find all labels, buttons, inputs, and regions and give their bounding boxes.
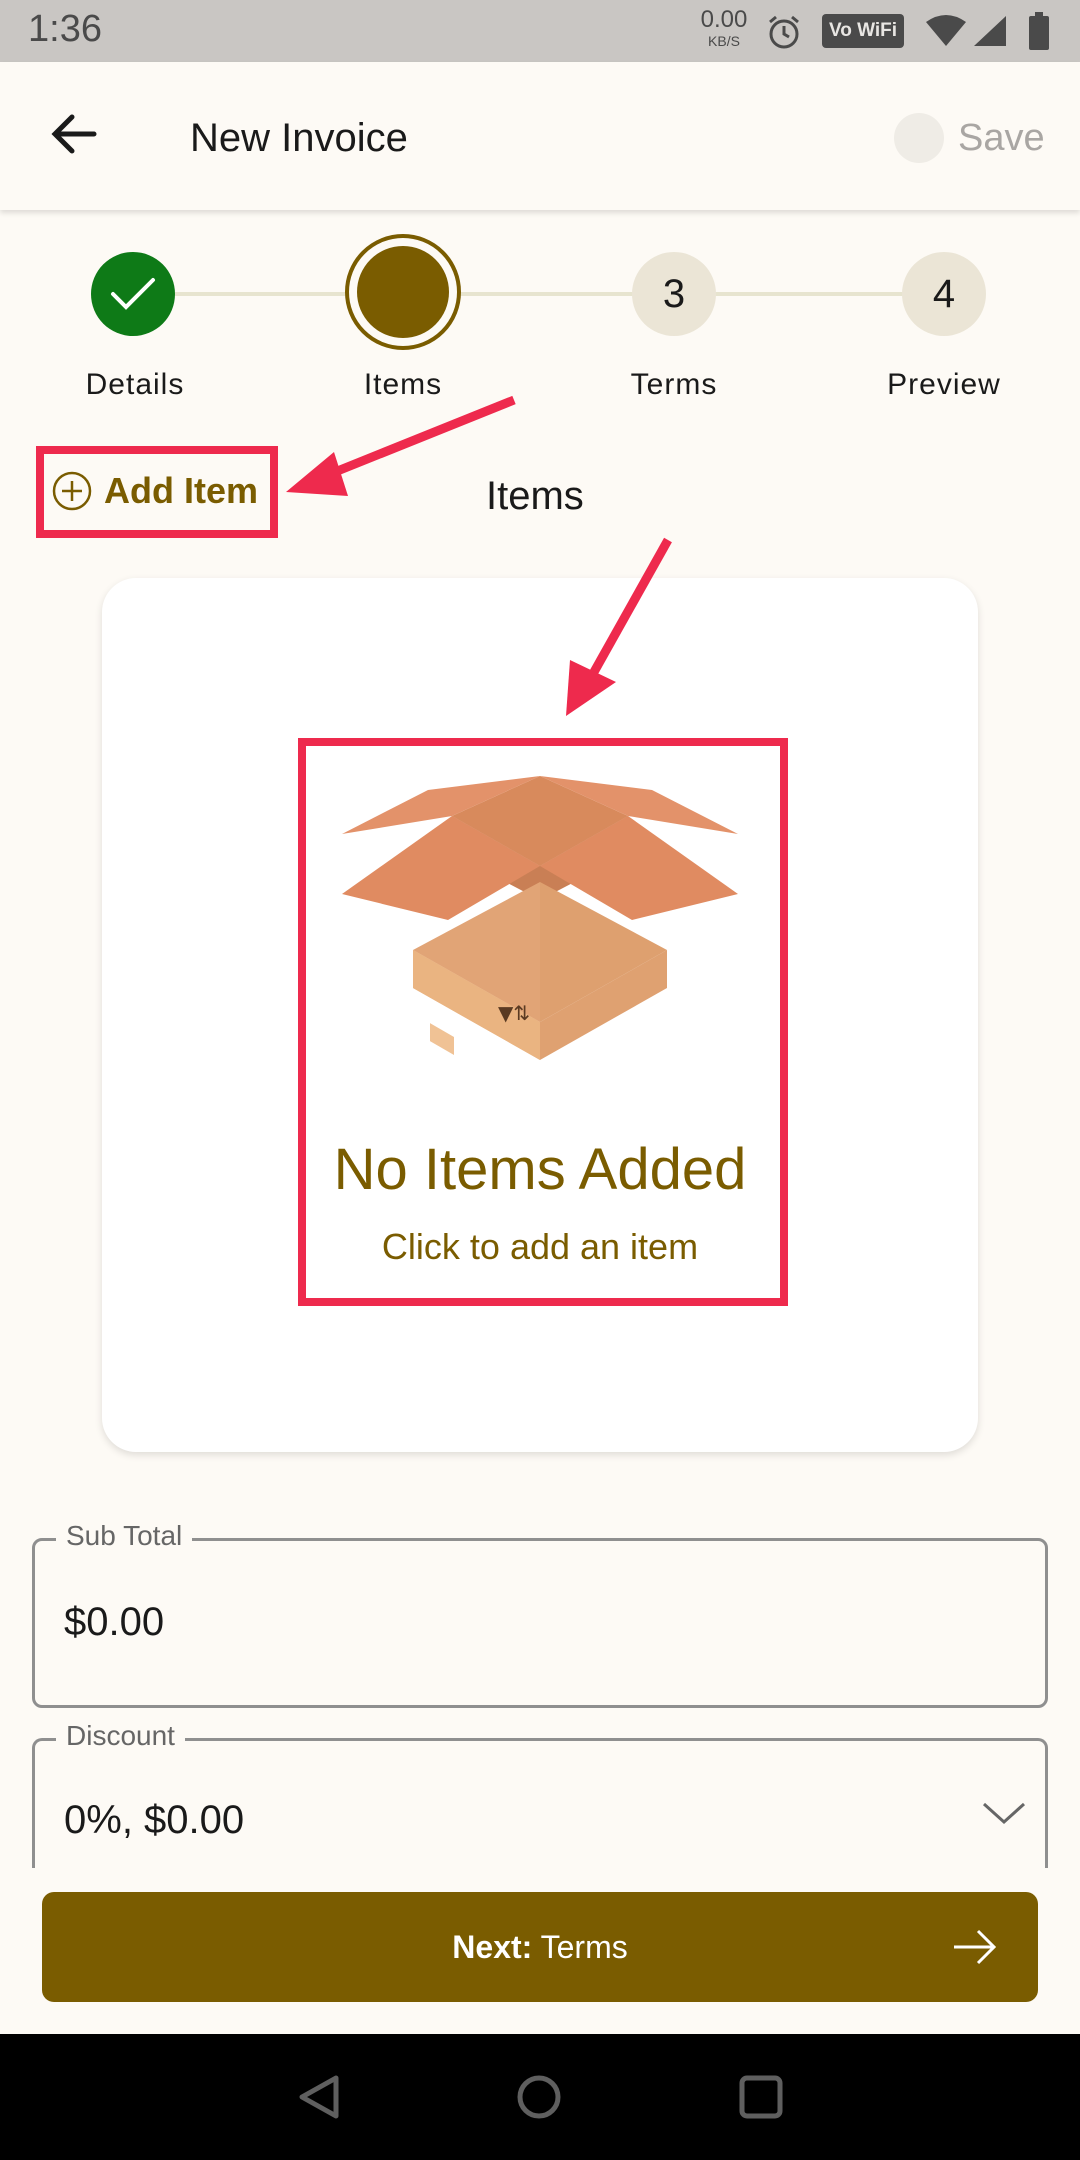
arrow-right-icon — [954, 1929, 997, 1965]
annotation-highlight-empty-state — [298, 738, 788, 1306]
next-button-label: Next: Terms — [452, 1929, 627, 1966]
subtotal-field[interactable] — [32, 1538, 1048, 1708]
chevron-down-icon[interactable] — [980, 1798, 1028, 1828]
nav-back-icon[interactable] — [296, 2074, 342, 2120]
nav-recents-icon[interactable] — [738, 2074, 784, 2120]
subtotal-label: Sub Total — [56, 1520, 193, 1552]
subtotal-value: $0.00 — [64, 1600, 165, 1644]
next-target: Terms — [540, 1928, 628, 1965]
next-prefix: Next: — [452, 1928, 533, 1965]
discount-label: Discount — [56, 1720, 185, 1752]
discount-value: 0%, $0.00 — [64, 1798, 245, 1842]
nav-home-icon[interactable] — [516, 2074, 562, 2120]
annotation-arrows — [286, 395, 672, 716]
next-terms-button[interactable]: Next: Terms — [42, 1892, 1038, 2002]
